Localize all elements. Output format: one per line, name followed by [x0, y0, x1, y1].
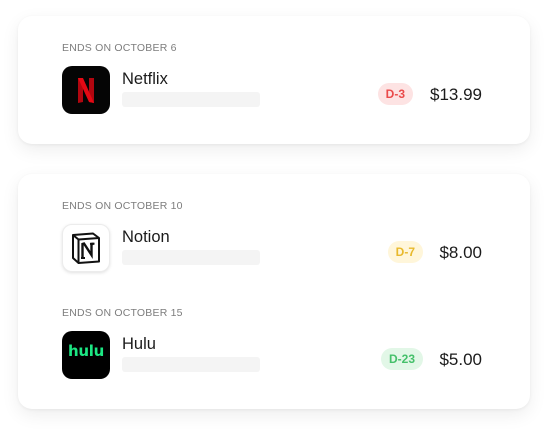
- subscription-name: Hulu: [122, 335, 156, 353]
- subscription-group-oct-10: ENDS ON OCTOBER 10 Notion D-7 $8.00: [62, 200, 482, 290]
- group-date-label: ENDS ON OCTOBER 10: [62, 200, 183, 212]
- subscription-detail-placeholder: [122, 357, 260, 372]
- subscription-detail-placeholder: [122, 92, 260, 107]
- subscription-name: Netflix: [122, 70, 168, 88]
- netflix-logo-icon: [62, 66, 110, 114]
- subscription-detail-placeholder: [122, 250, 260, 265]
- subscription-card-1: ENDS ON OCTOBER 6 Netflix D-3 $13.99: [18, 16, 530, 144]
- days-remaining-badge: D-7: [387, 241, 423, 263]
- subscription-price: $8.00: [439, 243, 482, 262]
- subscription-name: Notion: [122, 228, 170, 246]
- group-date-label: ENDS ON OCTOBER 6: [62, 42, 177, 54]
- hulu-logo-text: hulu: [68, 342, 104, 360]
- days-remaining-badge: D-23: [380, 348, 423, 370]
- subscription-group-oct-6: ENDS ON OCTOBER 6 Netflix D-3 $13.99: [62, 42, 482, 132]
- subscription-group-oct-15: ENDS ON OCTOBER 15 hulu Hulu D-23 $5.00: [62, 307, 482, 397]
- group-date-label: ENDS ON OCTOBER 15: [62, 307, 183, 319]
- notion-logo-icon: [62, 224, 110, 272]
- subscription-card-2: ENDS ON OCTOBER 10 Notion D-7 $8.00 ENDS…: [18, 174, 530, 409]
- subscription-price: $5.00: [439, 350, 482, 369]
- hulu-logo-icon: hulu: [62, 331, 110, 379]
- days-remaining-badge: D-3: [377, 83, 413, 105]
- subscription-price: $13.99: [430, 85, 482, 104]
